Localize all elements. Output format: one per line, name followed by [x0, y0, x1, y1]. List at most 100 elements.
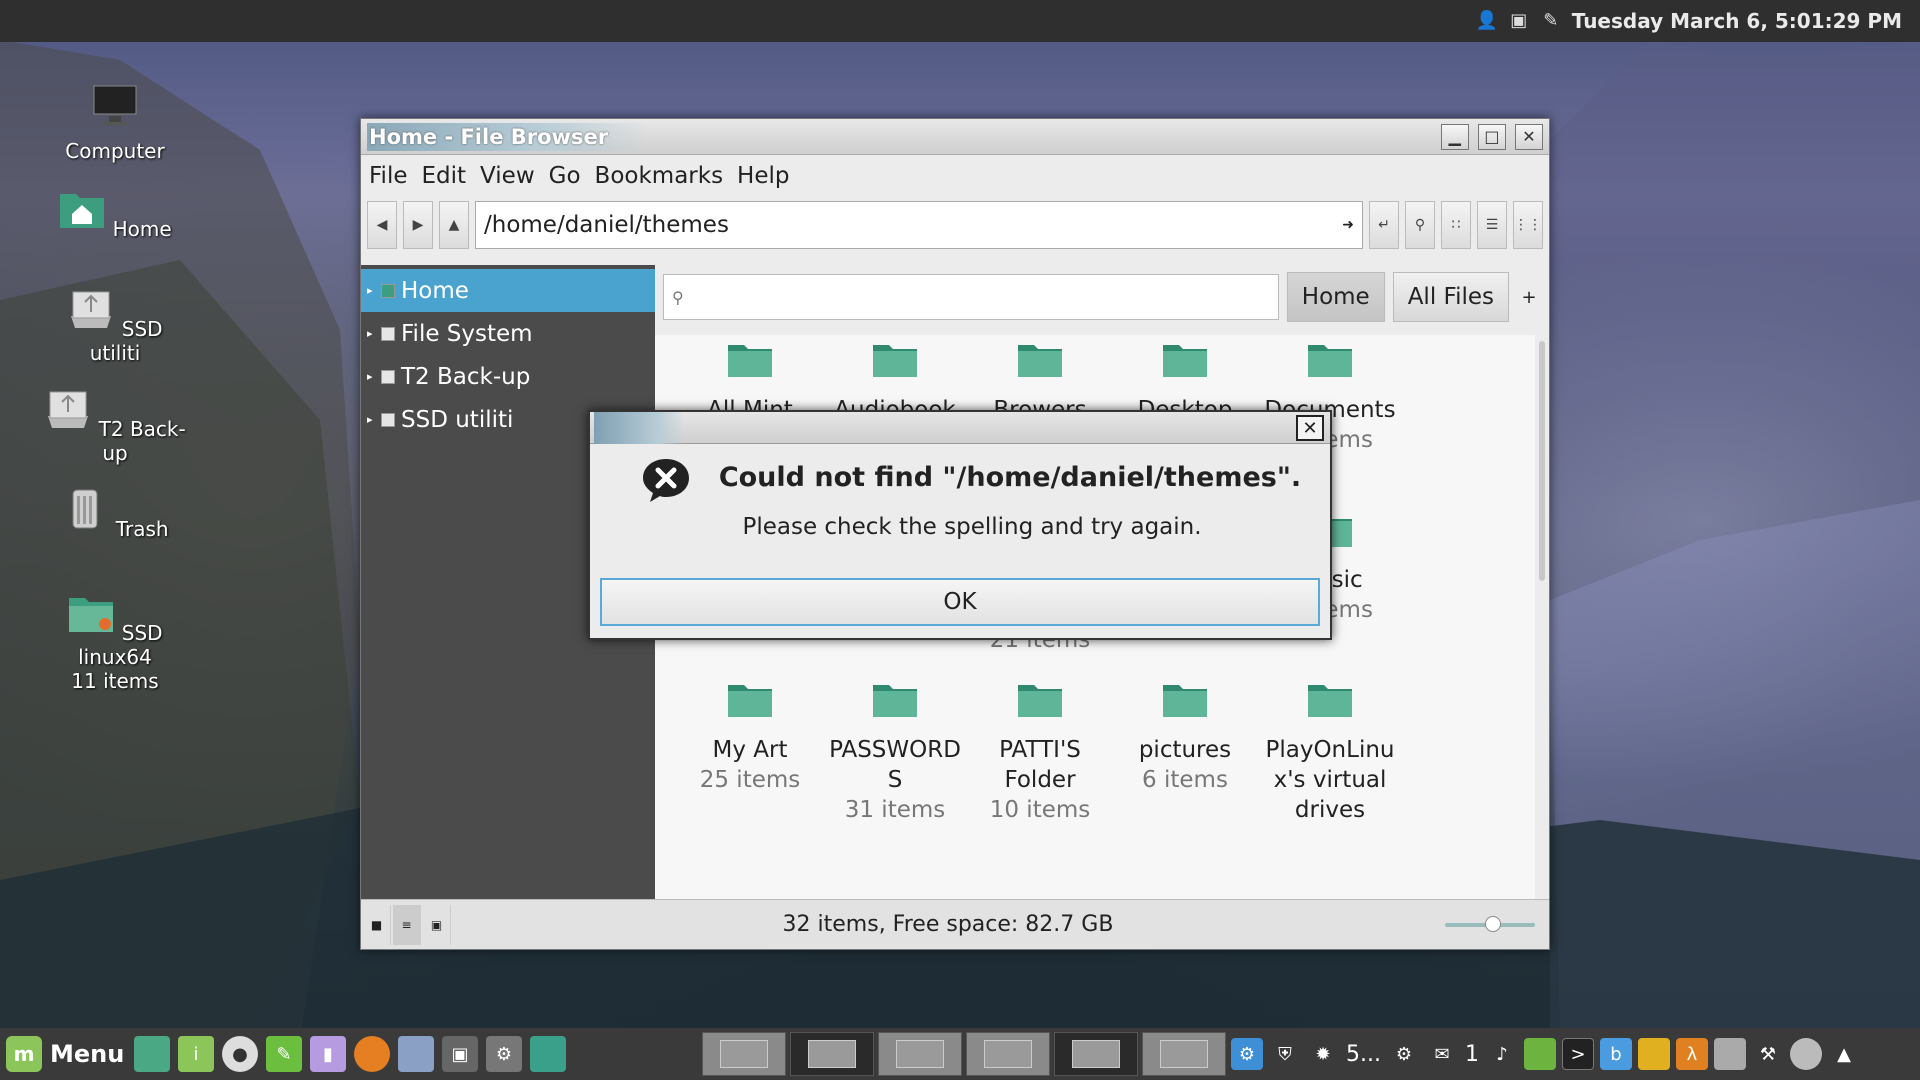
folder-icon — [1018, 685, 1062, 717]
menu-button[interactable]: m Menu — [0, 1036, 130, 1072]
info-launcher-icon[interactable]: i — [178, 1036, 214, 1072]
music-tray-icon[interactable]: ♪ — [1486, 1038, 1518, 1070]
path-text[interactable]: /home/daniel/themes — [484, 212, 729, 238]
search-input[interactable]: ⚲ — [663, 274, 1279, 320]
home-folder-icon — [60, 194, 105, 228]
menu-help[interactable]: Help — [737, 163, 789, 189]
tab-all-files[interactable]: All Files — [1392, 272, 1509, 322]
terminal-tray-icon[interactable]: > — [1561, 1038, 1594, 1070]
scrollbar-thumb[interactable] — [1539, 341, 1545, 581]
system-tray-icon[interactable] — [1713, 1038, 1746, 1070]
desktop-icon-home[interactable]: Home — [40, 186, 190, 241]
taskbar-window-4[interactable] — [966, 1032, 1050, 1076]
pro-tray-icon[interactable] — [1789, 1038, 1822, 1070]
files-launcher-icon[interactable] — [134, 1036, 170, 1072]
file-item[interactable]: PASSWORD S 31 items — [820, 681, 970, 825]
file-item[interactable]: PlayOnLinu x's virtual drives — [1255, 681, 1405, 825]
menu-edit[interactable]: Edit — [422, 163, 467, 189]
sidebar-hide-icon[interactable]: ▣ — [423, 904, 451, 945]
menu-bookmarks[interactable]: Bookmarks — [595, 163, 724, 189]
disc-launcher-icon[interactable]: ● — [222, 1036, 258, 1072]
expand-arrow-icon[interactable]: ▸ — [367, 284, 375, 297]
monitor-launcher-icon[interactable] — [530, 1036, 566, 1072]
file-item[interactable]: My Art 25 items — [675, 681, 825, 795]
clock[interactable]: Tuesday March 6, 5:01:29 PM — [1572, 9, 1902, 33]
taskbar-window-2[interactable] — [790, 1032, 874, 1076]
zoom-slider[interactable] — [1445, 915, 1535, 932]
desktop-icon-computer[interactable]: Computer — [40, 84, 190, 163]
file-item-name: My Art — [712, 737, 788, 763]
desktop-icon-trash[interactable]: Trash — [40, 486, 190, 541]
up-arrow-tray-icon[interactable]: ▲ — [1828, 1038, 1860, 1070]
camera-launcher-icon[interactable]: ▣ — [442, 1036, 478, 1072]
tab-home[interactable]: Home — [1286, 272, 1385, 322]
sidebar-item-home[interactable]: ▸ Home — [361, 269, 655, 312]
minimize-button[interactable]: ▁ — [1440, 123, 1469, 150]
pen-icon[interactable]: ✎ — [1540, 10, 1562, 32]
file-item[interactable]: PATTI'S Folder 10 items — [965, 681, 1115, 825]
icon-view-icon[interactable]: ∷ — [1441, 201, 1471, 249]
compact-view-icon[interactable]: ⋮⋮ — [1513, 201, 1543, 249]
sidebar-tree-icon[interactable]: ≡ — [393, 904, 421, 945]
chat-tray-icon[interactable]: ✉ — [1426, 1038, 1458, 1070]
gear-tray-icon[interactable]: ⚙ — [1231, 1038, 1263, 1070]
maximize-button[interactable]: □ — [1477, 123, 1506, 150]
taskbar-window-5[interactable] — [1054, 1032, 1138, 1076]
menu-view[interactable]: View — [480, 163, 535, 189]
ok-button[interactable]: OK — [600, 578, 1320, 626]
expand-arrow-icon[interactable]: ▸ — [367, 370, 375, 383]
up-arrow-icon[interactable]: ▲ — [439, 201, 469, 249]
window-titlebar[interactable]: Home - File Browser ▁ □ ✕ — [361, 119, 1549, 155]
search-icon: ⚲ — [672, 287, 684, 307]
dialog-message: Please check the spelling and try again. — [742, 514, 1202, 540]
path-bar[interactable]: /home/daniel/themes ➜ — [475, 201, 1363, 249]
file-item[interactable]: pictures 6 items — [1110, 681, 1260, 795]
scrollbar[interactable] — [1539, 341, 1547, 821]
user-icon[interactable]: 👤 — [1476, 10, 1498, 32]
list-view-icon[interactable]: ☰ — [1477, 201, 1507, 249]
desktop-icon-t2-back-up[interactable]: T2 Back-up — [40, 386, 190, 465]
file-item-count: 31 items — [844, 797, 946, 823]
viewer-launcher-icon[interactable] — [398, 1036, 434, 1072]
menu-go[interactable]: Go — [549, 163, 581, 189]
update-tray-icon[interactable]: ✹ — [1307, 1038, 1339, 1070]
path-toggle-icon[interactable]: ↵ — [1369, 201, 1399, 249]
network-icon[interactable]: ▣ — [1508, 10, 1530, 32]
firefox-launcher-icon[interactable] — [354, 1036, 390, 1072]
forward-arrow-icon[interactable]: ▶ — [403, 201, 433, 249]
shield-tray-icon[interactable]: ⛨ — [1269, 1038, 1301, 1070]
trash-icon — [72, 489, 98, 529]
app-tray-icon[interactable]: λ — [1675, 1038, 1708, 1070]
go-arrow-icon[interactable]: ➜ — [1342, 217, 1354, 233]
taskbar-window-1[interactable] — [702, 1032, 786, 1076]
bluetooth-tray-icon[interactable]: b — [1599, 1038, 1632, 1070]
chat-launcher-icon[interactable]: ✎ — [266, 1036, 302, 1072]
sidebar-item-t2-back-up[interactable]: ▸ T2 Back-up — [361, 355, 655, 398]
thermometer-launcher-icon[interactable]: ▮ — [310, 1036, 346, 1072]
menu-file[interactable]: File — [369, 163, 408, 189]
usb-drive-icon — [71, 291, 112, 328]
sidebar-places-icon[interactable]: ■ — [363, 904, 391, 945]
expand-arrow-icon[interactable]: ▸ — [367, 413, 375, 426]
desktop-icon-ssd-linux64[interactable]: SSD linux64 11 items — [40, 590, 190, 693]
steam-tray-icon[interactable]: ⚙ — [1388, 1038, 1420, 1070]
sidebar-item-file-system[interactable]: ▸ File System — [361, 312, 655, 355]
close-button[interactable]: ✕ — [1515, 123, 1543, 150]
expand-arrow-icon[interactable]: ▸ — [367, 327, 375, 340]
search-icon[interactable]: ⚲ — [1405, 201, 1435, 249]
desktop-icon-ssd-utiliti[interactable]: SSD utiliti — [40, 286, 190, 365]
dialog-close-button[interactable]: ✕ — [1296, 415, 1324, 441]
back-arrow-icon[interactable]: ◀ — [367, 201, 397, 249]
add-tab-button[interactable]: + — [1517, 287, 1541, 308]
dialog-titlebar[interactable]: ✕ — [590, 412, 1330, 444]
settings-launcher-icon[interactable]: ⚙ — [486, 1036, 522, 1072]
window-thumbnail — [720, 1040, 768, 1068]
error-dialog: ✕ Could not find "/home/daniel/themes". … — [588, 410, 1332, 640]
zoom-slider-knob[interactable] — [1485, 915, 1501, 932]
titlebar-decoration — [594, 412, 684, 444]
game-tray-icon[interactable] — [1637, 1038, 1670, 1070]
nvidia-tray-icon[interactable] — [1523, 1038, 1556, 1070]
taskbar-window-3[interactable] — [878, 1032, 962, 1076]
workspace-switcher[interactable] — [1142, 1032, 1226, 1076]
tools-tray-icon[interactable]: ⚒ — [1752, 1038, 1784, 1070]
